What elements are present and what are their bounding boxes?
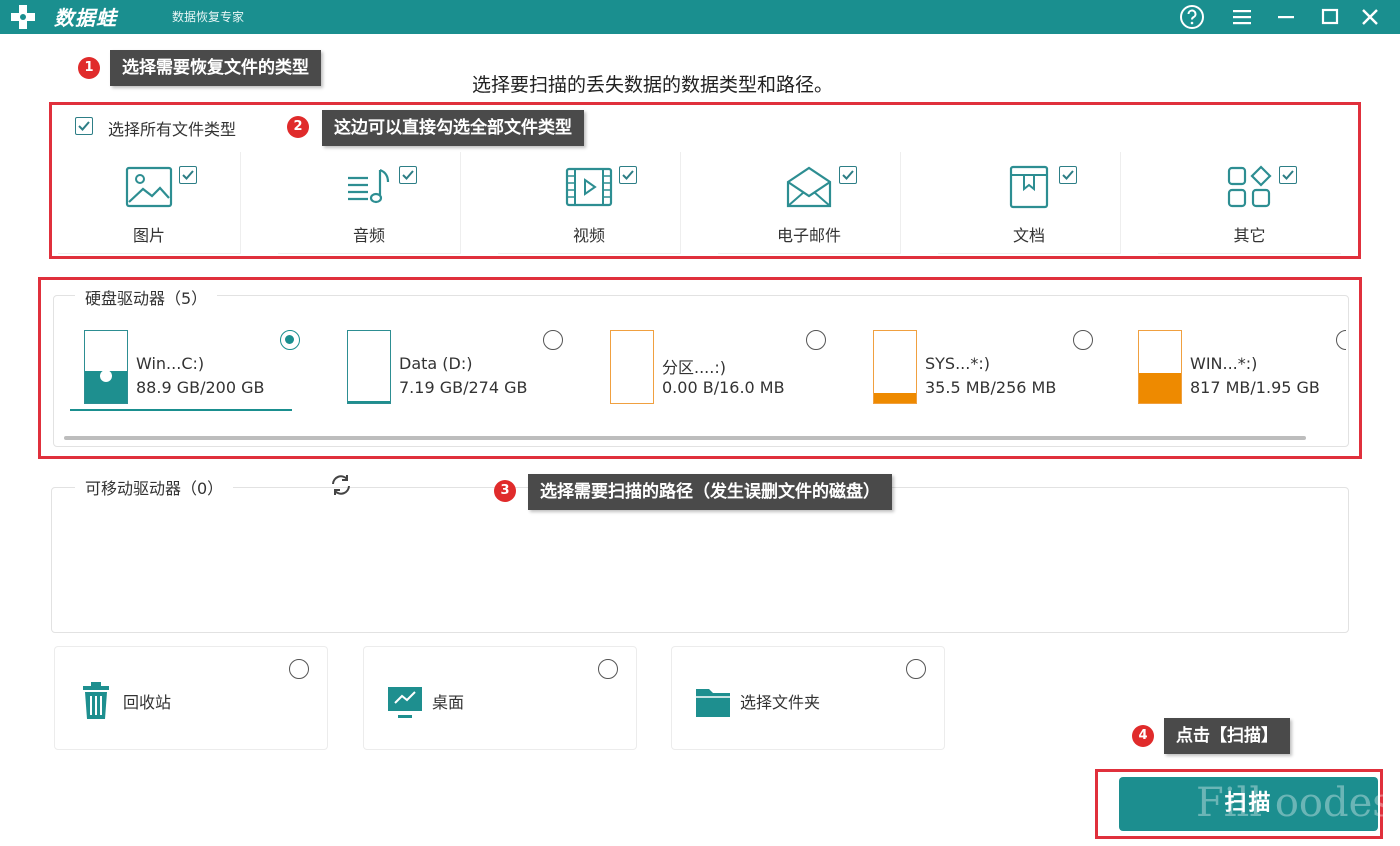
callout-badge-4: 4: [1132, 725, 1154, 747]
file-type-label: 视频: [572, 226, 605, 245]
file-type-other[interactable]: 其它: [1158, 152, 1341, 254]
drive-name: SYS...*:): [925, 354, 990, 373]
callout-badge-2: 2: [287, 116, 309, 138]
drive-name: WIN...*:): [1190, 354, 1258, 373]
drive-usage-fill: [874, 392, 916, 403]
location-radio[interactable]: [906, 659, 926, 679]
drive-radio[interactable]: [280, 330, 300, 350]
drive-name: Data (D:): [399, 354, 473, 373]
location-recycle-bin[interactable]: 回收站: [54, 646, 328, 750]
recycle-bin-icon: [83, 682, 109, 719]
drive-usage-fill: [348, 400, 390, 403]
folder-icon: [696, 689, 730, 717]
drive-size: 817 MB/1.95 GB: [1190, 378, 1320, 397]
refresh-icon[interactable]: [328, 472, 354, 498]
check-icon: [842, 170, 854, 180]
drive-icon: [873, 330, 917, 404]
file-type-label: 其它: [1233, 226, 1266, 245]
drive-icon: [1138, 330, 1182, 404]
app-name: 数据蛙: [54, 6, 117, 30]
select-all-label: 选择所有文件类型: [108, 120, 237, 139]
other-icon: [1227, 165, 1272, 208]
desktop-icon: [388, 687, 422, 718]
page-title: 选择要扫描的丢失数据的数据类型和路径。: [472, 74, 834, 96]
drive-partition[interactable]: 分区....:) 0.00 B/16.0 MB: [598, 330, 848, 414]
file-type-label: 音频: [352, 226, 385, 245]
file-type-checkbox[interactable]: [399, 166, 417, 184]
drive-sys[interactable]: SYS...*:) 35.5 MB/256 MB: [861, 330, 1111, 414]
menu-icon[interactable]: [1228, 3, 1256, 31]
selected-drive-underline: [70, 409, 292, 411]
drive-radio[interactable]: [1073, 330, 1093, 350]
callout-4: 点击【扫描】: [1164, 718, 1290, 754]
close-icon[interactable]: [1356, 3, 1384, 31]
file-type-image[interactable]: 图片: [58, 152, 241, 254]
windows-icon: [100, 370, 112, 382]
check-icon: [1062, 170, 1074, 180]
drive-scrollbar[interactable]: [64, 436, 1306, 440]
drive-radio[interactable]: [806, 330, 826, 350]
scan-button[interactable]: 扫描: [1119, 777, 1378, 831]
minimize-icon[interactable]: [1272, 3, 1300, 31]
select-all-checkbox[interactable]: [75, 117, 93, 135]
file-type-audio[interactable]: 音频: [278, 152, 461, 254]
drive-c[interactable]: Win...C:) 88.9 GB/200 GB: [72, 330, 322, 414]
help-icon[interactable]: [1178, 3, 1206, 31]
callout-badge-1: 1: [78, 57, 100, 79]
file-type-checkbox[interactable]: [839, 166, 857, 184]
app-subtitle: 数据恢复专家: [172, 10, 245, 24]
drive-icon: [347, 330, 391, 404]
file-type-checkbox[interactable]: [1059, 166, 1077, 184]
hard-drive-title: 硬盘驱动器（5）: [75, 285, 218, 309]
file-type-label: 图片: [132, 226, 165, 245]
callout-badge-3: 3: [494, 480, 516, 502]
file-type-checkbox[interactable]: [1279, 166, 1297, 184]
file-type-checkbox[interactable]: [619, 166, 637, 184]
drive-radio[interactable]: [543, 330, 563, 350]
check-icon: [182, 170, 194, 180]
check-icon: [1282, 170, 1294, 180]
check-icon: [78, 121, 90, 131]
check-icon: [622, 170, 634, 180]
drive-name: Win...C:): [136, 354, 205, 373]
drive-usage-fill: [1139, 373, 1181, 403]
app-logo-icon: [11, 5, 35, 29]
drive-size: 0.00 B/16.0 MB: [662, 378, 785, 397]
drive-win[interactable]: WIN...*:) 817 MB/1.95 GB: [1126, 330, 1346, 414]
file-type-document[interactable]: 文档: [938, 152, 1121, 254]
callout-1: 选择需要恢复文件的类型: [110, 50, 321, 86]
location-radio[interactable]: [289, 659, 309, 679]
drive-size: 7.19 GB/274 GB: [399, 378, 528, 397]
location-label: 桌面: [432, 693, 465, 712]
drive-name: 分区....:): [662, 358, 726, 377]
callout-2: 这边可以直接勾选全部文件类型: [322, 110, 584, 146]
maximize-icon[interactable]: [1316, 3, 1344, 31]
drive-icon: [84, 330, 128, 404]
document-icon: [1009, 165, 1049, 209]
file-type-video[interactable]: 视频: [498, 152, 681, 254]
check-icon: [402, 170, 414, 180]
audio-icon: [348, 168, 390, 204]
drive-size: 35.5 MB/256 MB: [925, 378, 1057, 397]
drive-d[interactable]: Data (D:) 7.19 GB/274 GB: [335, 330, 585, 414]
video-icon: [565, 167, 613, 207]
location-label: 回收站: [123, 693, 172, 712]
file-type-checkbox[interactable]: [179, 166, 197, 184]
file-type-email[interactable]: 电子邮件: [718, 152, 901, 254]
location-radio[interactable]: [598, 659, 618, 679]
drive-icon: [610, 330, 654, 404]
image-icon: [125, 166, 173, 208]
location-folder[interactable]: 选择文件夹: [671, 646, 945, 750]
drive-radio[interactable]: [1336, 330, 1346, 350]
file-type-label: 电子邮件: [776, 226, 841, 245]
location-label: 选择文件夹: [740, 693, 821, 712]
file-type-label: 文档: [1012, 226, 1045, 245]
drive-size: 88.9 GB/200 GB: [136, 378, 265, 397]
location-desktop[interactable]: 桌面: [363, 646, 637, 750]
removable-drive-title: 可移动驱动器（0）: [75, 475, 234, 499]
title-bar: 数据蛙 数据恢复专家: [0, 0, 1400, 34]
callout-3: 选择需要扫描的路径（发生误删文件的磁盘）: [528, 474, 892, 510]
email-icon: [786, 166, 832, 208]
